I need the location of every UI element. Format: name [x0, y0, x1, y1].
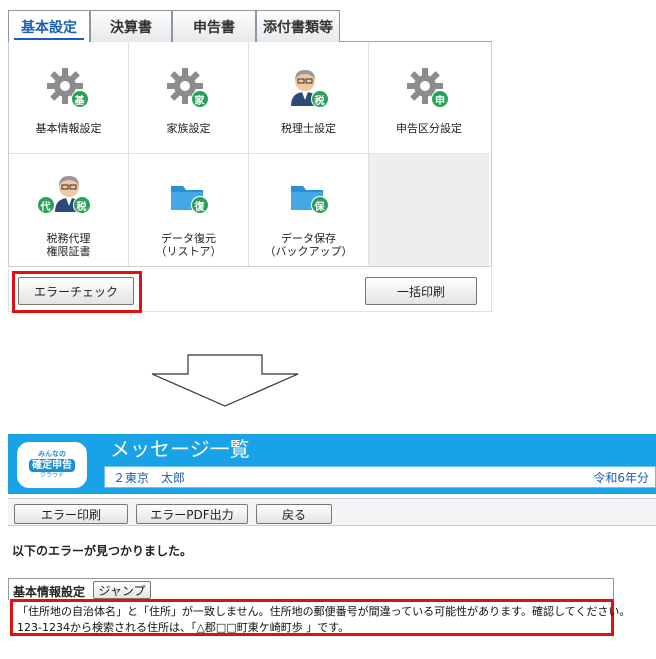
- error-check-button[interactable]: エラーチェック: [18, 277, 134, 305]
- tab-bar: 基本設定 決算書 申告書 添付書類等: [8, 6, 492, 43]
- error-message-line: 「住所地の自治体名」と「住所」が一致しません。住所地の郵便番号が間違っている可能…: [17, 605, 631, 618]
- tab-attachments[interactable]: 添付書類等: [256, 10, 340, 42]
- settings-panel: 基本設定 決算書 申告書 添付書類等 基 基本情報設定 家 家族設定 税 税理士: [8, 6, 492, 313]
- error-pdf-button[interactable]: エラーPDF出力: [136, 504, 248, 524]
- app-logo: みんなの 確定申告 クラウド: [17, 442, 87, 488]
- gear-icon: 基: [45, 66, 93, 114]
- tile-family[interactable]: 家 家族設定: [129, 42, 249, 154]
- tab-tax-return[interactable]: 申告書: [172, 10, 256, 42]
- badge-fuku: 復: [190, 196, 209, 214]
- badge-dai: 代: [36, 196, 55, 214]
- tile-basic-info[interactable]: 基 基本情報設定: [9, 42, 129, 154]
- jump-button[interactable]: ジャンプ: [93, 581, 151, 599]
- page-title: メッセージ一覧: [110, 437, 250, 461]
- empty-tile: [369, 154, 489, 266]
- tile-tax-proxy[interactable]: 代 税 税務代理 権限証書: [9, 154, 129, 266]
- person-icon: 税: [285, 66, 333, 114]
- bulk-print-button[interactable]: 一括印刷: [365, 277, 477, 305]
- back-button[interactable]: 戻る: [256, 504, 332, 524]
- tile-tax-accountant[interactable]: 税 税理士設定: [249, 42, 369, 154]
- error-section-header: 基本情報設定 ジャンプ: [8, 578, 614, 600]
- gear-icon: 家: [165, 66, 213, 114]
- error-heading: 以下のエラーが見つかりました。: [12, 544, 193, 558]
- tab-financial-statements[interactable]: 決算書: [90, 10, 172, 42]
- section-name: 基本情報設定: [13, 585, 86, 599]
- down-arrow-icon: [150, 354, 300, 412]
- error-message-box: 「住所地の自治体名」と「住所」が一致しません。住所地の郵便番号が間違っている可能…: [10, 599, 630, 636]
- error-print-button[interactable]: エラー印刷: [14, 504, 128, 524]
- person-icon: 代 税: [36, 172, 93, 220]
- tab-basic-settings[interactable]: 基本設定: [8, 10, 90, 43]
- settings-grid: 基 基本情報設定 家 家族設定 税 税理士設定 申 申告区分設定 代 税 税務代…: [8, 42, 492, 267]
- gear-icon: 申: [405, 66, 453, 114]
- folder-icon: 復: [165, 172, 213, 220]
- badge-shin: 申: [431, 90, 449, 108]
- tile-filing-category[interactable]: 申 申告区分設定: [369, 42, 489, 154]
- action-row: エラーチェック 一括印刷: [8, 268, 492, 313]
- badge-ka: 家: [190, 90, 209, 108]
- message-toolbar: エラー印刷 エラーPDF出力 戻る: [8, 498, 656, 526]
- tile-data-restore[interactable]: 復 データ復元 （リストア）: [129, 154, 249, 266]
- badge-zei: 税: [72, 196, 91, 214]
- tax-year: 令和6年分: [593, 471, 649, 485]
- error-message-line: 123-1234から検索される住所は、「△郡□□町東ケ崎町歩 」です。: [17, 621, 350, 634]
- tile-data-backup[interactable]: 保 データ保存 （バックアップ）: [249, 154, 369, 266]
- message-header: みんなの 確定申告 クラウド メッセージ一覧 ２東京 太郎 令和6年分: [8, 434, 656, 494]
- badge-ki: 基: [70, 90, 89, 108]
- folder-icon: 保: [285, 172, 333, 220]
- user-name: ２東京 太郎: [113, 471, 186, 485]
- badge-ho: 保: [310, 196, 329, 214]
- badge-zei: 税: [310, 90, 329, 108]
- user-info-bar: ２東京 太郎 令和6年分: [104, 466, 656, 488]
